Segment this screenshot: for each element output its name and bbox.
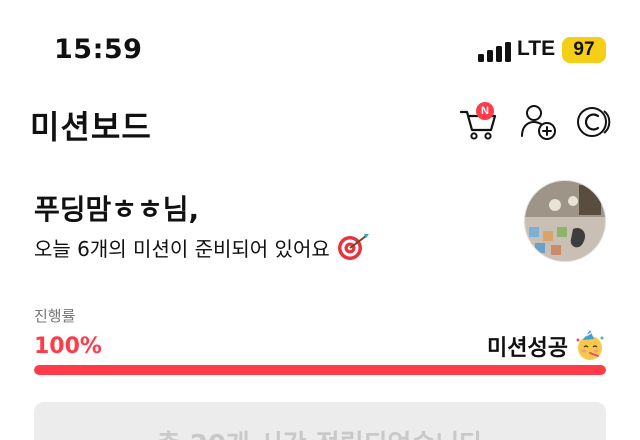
add-user-icon [521,105,556,140]
cart-new-badge: N [476,102,494,120]
status-time: 15:59 [54,34,143,65]
profile-avatar[interactable] [524,180,606,262]
network-type: LTE [517,37,556,60]
greeting-name: 푸딩맘ㅎㅎ님, [34,193,200,226]
signal-icon [478,40,512,62]
progress-bar [34,365,606,375]
points-notice-text: 총 20개 시간 적립되었습니다 [34,424,606,440]
progress-label: 진행률 [34,307,76,325]
page-title: 미션보드 [30,108,152,146]
battery-indicator: 97 [562,37,606,63]
coin-icon [577,107,611,137]
party-face-icon [576,330,604,360]
mission-status-text: 미션성공 [487,336,568,361]
progress-value: 100% [34,334,102,359]
mission-status: 미션성공 [487,330,606,362]
greeting-message: 오늘 6개의 미션이 준비되어 있어요 [34,236,330,261]
avatar-photo-icon [525,181,605,261]
points-notice-card[interactable]: 총 20개 시간 적립되었습니다 [34,402,606,440]
coin-button[interactable] [574,102,614,142]
add-user-button[interactable] [518,102,558,142]
target-icon [337,234,369,260]
progress-bar-fill [34,365,606,375]
greeting-message-row: 오늘 6개의 미션이 준비되어 있어요 [34,232,370,262]
